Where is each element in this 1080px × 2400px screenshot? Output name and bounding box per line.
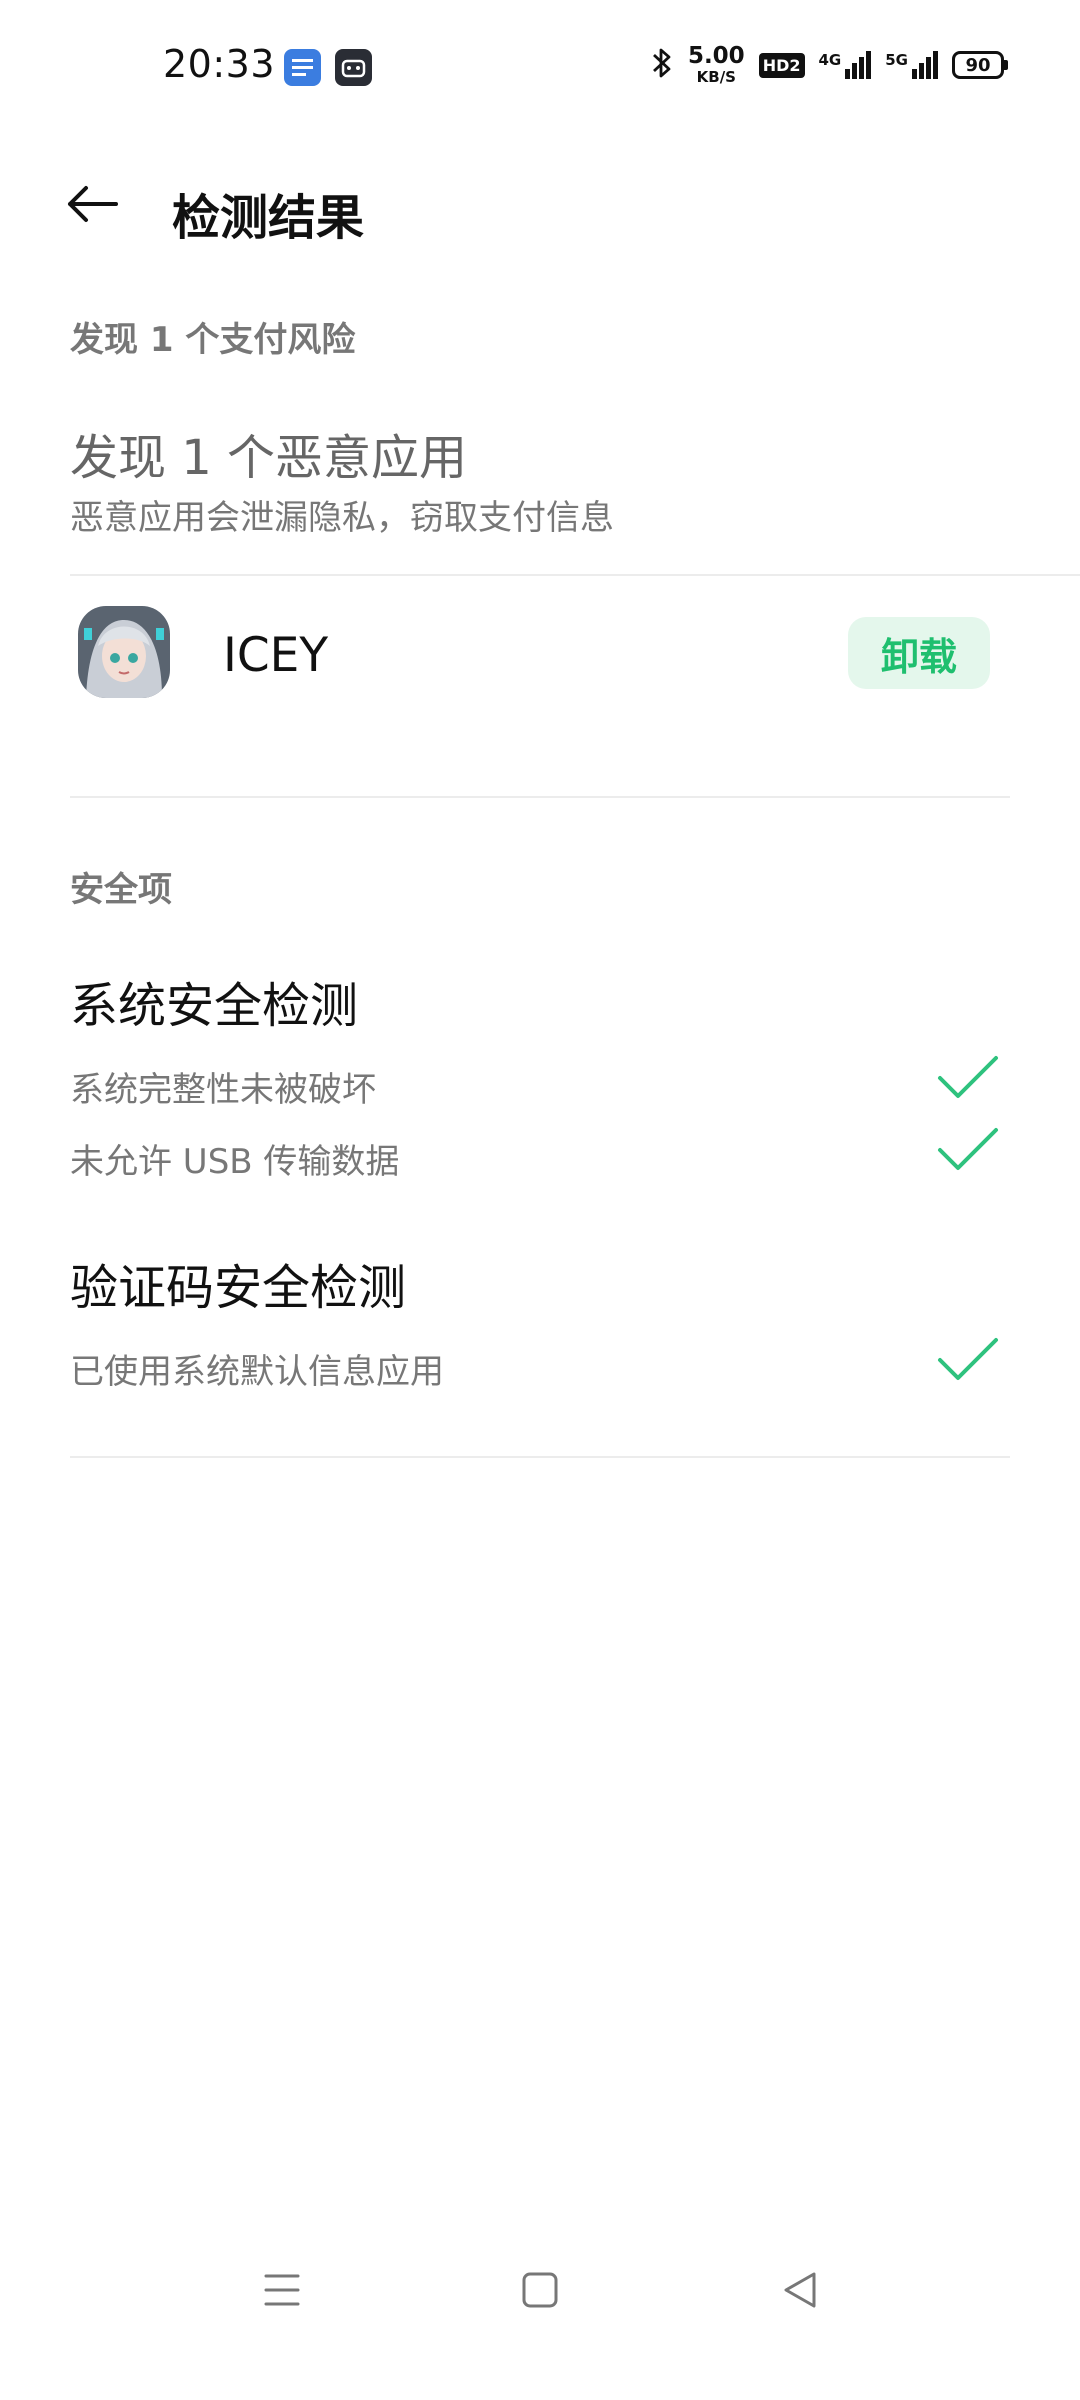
check-item: 未允许 USB 传输数据 <box>70 1124 1000 1186</box>
system-security-group-title: 系统安全检测 <box>70 978 359 1034</box>
app-notification-icon <box>284 49 321 86</box>
bluetooth-icon <box>650 46 674 84</box>
home-icon <box>522 2272 558 2308</box>
status-time: 20:33 <box>163 42 276 86</box>
signal-4g-icon: 4G <box>819 51 872 79</box>
malicious-app-description: 恶意应用会泄漏隐私，窃取支付信息 <box>70 498 614 538</box>
nav-menu-button[interactable] <box>242 2250 322 2330</box>
game-notification-icon <box>335 49 372 86</box>
battery-level: 90 <box>952 51 1004 79</box>
back-triangle-icon <box>784 2272 816 2308</box>
check-item: 已使用系统默认信息应用 <box>70 1334 1000 1396</box>
network-speed: 5.00 KB/S <box>688 45 745 85</box>
network-speed-value: 5.00 <box>687 43 745 69</box>
signal-5g-icon: 5G <box>885 51 938 79</box>
network-speed-unit: KB/S <box>696 68 736 86</box>
screen: 20:33 5.00 KB/S HD2 4G 5G 90 检测结果 发现 1 个… <box>0 0 1080 2400</box>
back-arrow-icon <box>68 186 118 222</box>
nav-home-button[interactable] <box>500 2250 580 2330</box>
checkmark-icon <box>938 1128 998 1170</box>
malicious-app-row: ICEY 卸载 <box>70 600 990 710</box>
verification-security-group-title: 验证码安全检测 <box>70 1260 407 1316</box>
status-indicators: 5.00 KB/S HD2 4G 5G 90 <box>650 45 1008 85</box>
security-section-label: 安全项 <box>70 870 172 910</box>
divider <box>70 796 1010 798</box>
page-title: 检测结果 <box>172 190 365 246</box>
check-item: 系统完整性未被破坏 <box>70 1052 1000 1114</box>
nav-back-button[interactable] <box>760 2250 840 2330</box>
payment-risk-section-label: 发现 1 个支付风险 <box>70 320 356 360</box>
checkmark-icon <box>938 1056 998 1098</box>
battery-icon: 90 <box>952 51 1008 79</box>
check-item-label: 未允许 USB 传输数据 <box>70 1142 400 1182</box>
back-button[interactable] <box>60 172 124 236</box>
icey-app-icon <box>78 606 170 698</box>
checkmark-icon <box>938 1338 998 1380</box>
menu-icon <box>264 2274 300 2306</box>
signal-1-label: 4G <box>818 51 842 69</box>
check-item-label: 已使用系统默认信息应用 <box>70 1352 444 1392</box>
divider <box>70 574 1080 576</box>
divider <box>70 1456 1010 1458</box>
signal-2-label: 5G <box>885 51 908 69</box>
status-bar: 20:33 5.00 KB/S HD2 4G 5G 90 <box>0 0 1080 130</box>
app-name: ICEY <box>223 628 329 683</box>
check-item-label: 系统完整性未被破坏 <box>70 1070 376 1110</box>
uninstall-button[interactable]: 卸载 <box>848 617 990 689</box>
malicious-app-title: 发现 1 个恶意应用 <box>70 430 468 486</box>
hd-voice-badge: HD2 <box>758 52 805 78</box>
